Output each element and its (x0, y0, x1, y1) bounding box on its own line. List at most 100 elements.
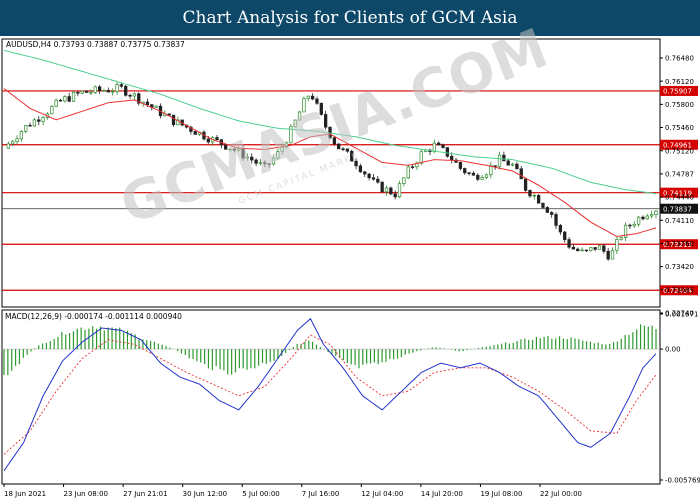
candle-body (258, 162, 263, 164)
candle-body (263, 162, 267, 165)
candle-body (650, 214, 654, 217)
price-levels: 0.759070.749610.741190.732130.724040.738… (2, 85, 698, 296)
candle-body (302, 98, 306, 113)
candle-body (324, 114, 328, 128)
price-tick-label: 0.75460 (665, 124, 694, 132)
candle-body (380, 181, 384, 193)
candle-body (306, 95, 310, 99)
level-tag-label: 0.75907 (663, 88, 692, 96)
candle-body (550, 212, 554, 215)
price-tick-label: 0.73085 (665, 286, 694, 294)
candle-body (432, 142, 436, 152)
candle-body (24, 124, 28, 132)
candle-body (471, 172, 476, 176)
candle-body (532, 195, 536, 197)
time-tick-label: 12 Jul 04:00 (361, 490, 403, 498)
price-tick-label: 0.74787 (665, 171, 694, 179)
candle-body (593, 247, 597, 250)
candle-body (545, 207, 549, 213)
axes: 0.76480 0.76120 0.75800 0.75460 0.75120 0.747… (3, 55, 700, 498)
candle-body (519, 168, 523, 180)
price-tick-label: 0.73420 (665, 263, 694, 271)
chart-labels: AUDUSD,H4 0.73793 0.73887 0.73775 0.7383… (5, 40, 185, 321)
candle-body (628, 224, 632, 227)
candle-body (71, 91, 76, 102)
candle-body (310, 95, 315, 100)
candle-body (245, 156, 250, 159)
candle-body (489, 165, 493, 176)
macd-tick-label: 0.00 (665, 346, 681, 354)
candle-body (271, 157, 276, 165)
time-tick-label: 14 Jul 20:00 (421, 490, 463, 498)
candle-body (119, 84, 124, 87)
price-pane-border (1, 38, 661, 308)
candle-body (215, 137, 219, 140)
price-tick-label: 0.75120 (665, 147, 694, 155)
price-tick-label: 0.74110 (665, 217, 694, 225)
candle-body (589, 247, 593, 251)
candle-body (597, 245, 602, 250)
candle-body (106, 90, 110, 93)
candle-body (476, 174, 480, 180)
candle-body (224, 144, 228, 150)
price-tick-label: 0.73760 (665, 240, 694, 248)
candle-body (171, 114, 176, 126)
candle-body (419, 151, 423, 164)
candle-body (563, 231, 567, 240)
ma-slow-line (3, 49, 657, 195)
candle-body (341, 148, 345, 150)
macd-label: MACD(12,26,9) -0.000174 -0.001114 0.0009… (5, 312, 182, 321)
candle-body (502, 154, 506, 162)
candle-body (610, 249, 615, 260)
price-tick-label: 0.76480 (665, 55, 694, 63)
candle-body (523, 178, 528, 191)
candle-body (337, 143, 341, 150)
price-tick-label: 0.74440 (665, 194, 694, 202)
candle-body (480, 177, 484, 180)
candle-body (458, 162, 463, 169)
candle-body (297, 111, 302, 121)
candle-body (567, 239, 571, 248)
candle-body (437, 142, 441, 146)
candle-body (32, 119, 37, 127)
candle-body (37, 119, 41, 122)
candle-body (50, 105, 54, 115)
candle-body (654, 210, 658, 216)
time-tick-label: 5 Jul 00:00 (242, 490, 280, 498)
candle-body (528, 190, 532, 197)
candle-body (576, 248, 580, 252)
candle-body (332, 137, 336, 145)
candle-body (128, 94, 132, 97)
candle-body (154, 105, 158, 108)
chart-symbol-label: AUDUSD,H4 0.73793 0.73887 0.73775 0.7383… (6, 40, 185, 49)
candle-body (93, 86, 97, 93)
time-tick-label: 23 Jun 08:00 (64, 490, 108, 498)
time-tick-label: 27 Jun 21:01 (123, 490, 167, 498)
candle-body (41, 117, 45, 122)
price-tick-label: 0.75800 (665, 101, 694, 109)
candle-body (345, 148, 350, 152)
time-tick-label: 19 Jul 08:00 (480, 490, 522, 498)
candle-body (80, 90, 84, 94)
candle-body (397, 183, 402, 198)
candle-body (63, 96, 67, 102)
candle-body (232, 148, 237, 151)
candle-body (358, 165, 363, 173)
macd-tick-label: 0.001671 (665, 311, 698, 319)
candle-body (384, 187, 389, 193)
candle-body (636, 216, 641, 225)
candle-body (558, 225, 563, 233)
candle-body (15, 138, 19, 143)
candle-body (206, 138, 210, 143)
candle-body (11, 141, 15, 145)
candle-body (250, 156, 254, 161)
candle-body (115, 84, 119, 92)
candle-body (6, 143, 10, 149)
macd-panel (2, 317, 660, 471)
candle-body (393, 193, 397, 198)
candle-body (463, 168, 467, 174)
candle-body (319, 102, 323, 115)
time-tick-label: 30 Jun 12:00 (183, 490, 227, 498)
candle-body (67, 96, 71, 102)
candle-body (276, 151, 280, 159)
